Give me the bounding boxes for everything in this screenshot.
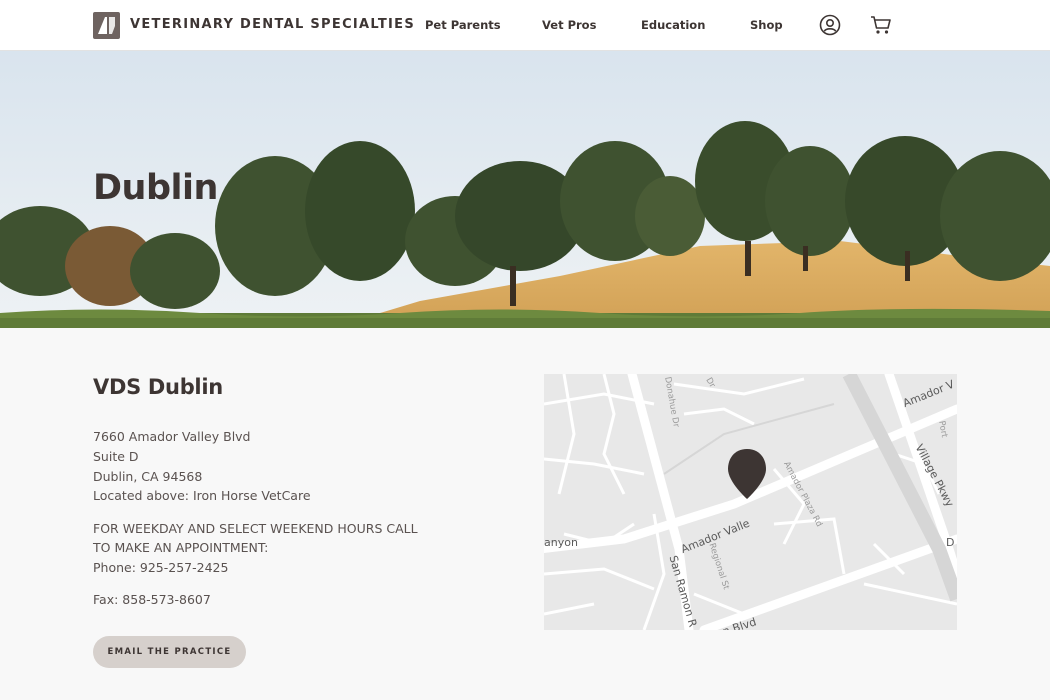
hours-note-line-2: TO MAKE AN APPOINTMENT: [93, 540, 269, 555]
site-header: VETERINARY DENTAL SPECIALTIES Pet Parent… [0, 0, 1050, 51]
map-label-d-edge: D [946, 536, 955, 549]
nav-pet-parents[interactable]: Pet Parents [425, 18, 501, 32]
address-line-4: Located above: Iron Horse VetCare [93, 488, 311, 503]
nav-vet-pros[interactable]: Vet Pros [542, 18, 596, 32]
nav-shop[interactable]: Shop [750, 18, 783, 32]
fax-number: Fax: 858-573-8607 [93, 592, 211, 607]
nav-education[interactable]: Education [641, 18, 705, 32]
address-line-2: Suite D [93, 449, 139, 464]
hero-banner: Dublin [0, 51, 1050, 328]
brand-name[interactable]: VETERINARY DENTAL SPECIALTIES [130, 17, 415, 32]
email-practice-button[interactable]: EMAIL THE PRACTICE [93, 636, 246, 668]
location-map[interactable]: Amador V Amador Valle Village Pkwy San R… [544, 374, 957, 630]
phone-number[interactable]: Phone: 925-257-2425 [93, 560, 228, 575]
cart-icon[interactable] [870, 14, 892, 36]
practice-name: VDS Dublin [93, 375, 223, 399]
brand-logo-icon[interactable] [93, 12, 120, 39]
address-line-3: Dublin, CA 94568 [93, 469, 203, 484]
account-icon[interactable] [819, 14, 841, 36]
map-label-canyon: anyon [544, 536, 578, 549]
map-roads [544, 374, 957, 630]
address-line-1: 7660 Amador Valley Blvd [93, 429, 251, 444]
hours-note-line-1: FOR WEEKDAY AND SELECT WEEKEND HOURS CAL… [93, 521, 418, 536]
page-title: Dublin [93, 168, 218, 208]
